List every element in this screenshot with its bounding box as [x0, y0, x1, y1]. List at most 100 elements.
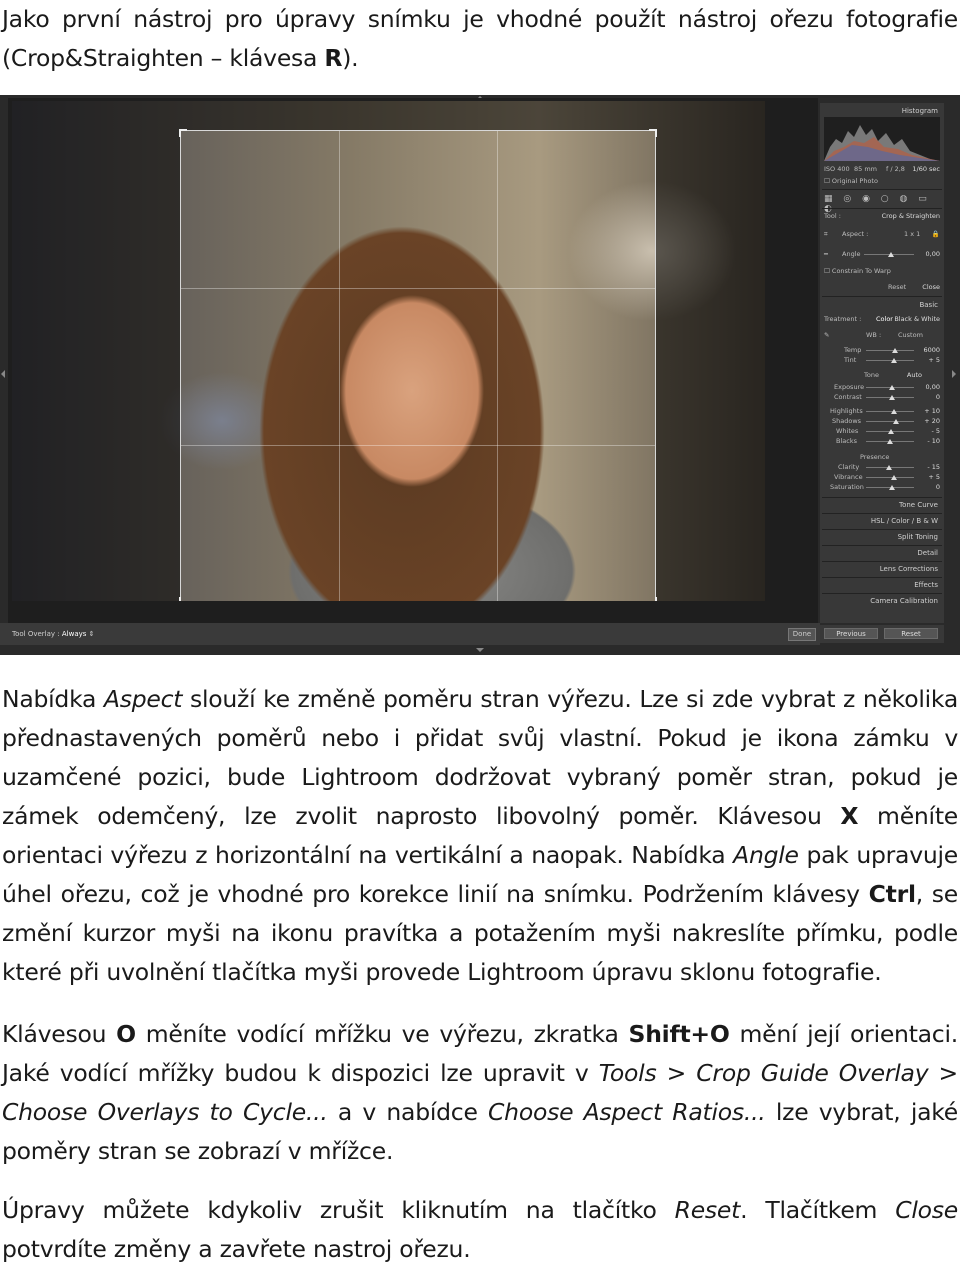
- divider: [822, 296, 942, 297]
- shadows-slider[interactable]: [866, 419, 914, 424]
- lock-icon[interactable]: 🔒: [932, 230, 940, 238]
- crop-close-button[interactable]: Close: [922, 283, 940, 291]
- aspect-label: Aspect :: [842, 230, 869, 238]
- crop-frame[interactable]: [179, 129, 657, 601]
- divider: [822, 497, 942, 498]
- temp-row: Temp 6000: [824, 346, 940, 355]
- crop-grid-line: [338, 131, 340, 601]
- original-photo-checkbox-label[interactable]: ☐ Original Photo: [824, 177, 878, 185]
- panel-detail[interactable]: Detail: [917, 549, 938, 557]
- angle-row: ━ Angle 0,00: [824, 250, 940, 259]
- saturation-value: 0: [935, 483, 940, 491]
- reset-button[interactable]: Reset: [884, 628, 938, 639]
- vibrance-row: Vibrance + 5: [824, 473, 940, 482]
- aspect-select[interactable]: 1 x 1: [904, 230, 920, 238]
- done-button[interactable]: Done: [788, 628, 816, 641]
- vibrance-slider[interactable]: [866, 475, 914, 480]
- shortcut-key-o: O: [116, 1020, 136, 1048]
- presence-row: Presence: [824, 453, 940, 462]
- basic-title[interactable]: Basic: [919, 301, 938, 309]
- histogram: [824, 117, 940, 161]
- crop-actions: Reset Close: [824, 283, 940, 292]
- exposure-slider[interactable]: [866, 385, 914, 390]
- panel-tone-curve[interactable]: Tone Curve: [899, 501, 938, 509]
- divider: [822, 561, 942, 562]
- blacks-slider[interactable]: [866, 439, 914, 444]
- constrain-checkbox[interactable]: ☐ Constrain To Warp: [824, 267, 891, 275]
- crop-dim-left: [12, 130, 180, 601]
- auto-tone-button[interactable]: Auto: [907, 371, 922, 379]
- intro-text: Jako první nástroj pro úpravy snímku je …: [2, 5, 958, 72]
- histogram-graph: [824, 125, 940, 161]
- aspect-row: ⌗ Aspect : 1 x 1 🔒: [824, 230, 940, 239]
- highlights-row: Highlights + 10: [824, 407, 940, 416]
- angle-term: Angle: [733, 841, 799, 869]
- panel-effects[interactable]: Effects: [914, 581, 938, 589]
- shortcut-key-r: R: [324, 44, 343, 72]
- divider: [822, 513, 942, 514]
- panel-camera-calibration[interactable]: Camera Calibration: [870, 597, 938, 605]
- panel-split-toning[interactable]: Split Toning: [898, 533, 938, 541]
- tint-value: + 5: [928, 356, 940, 364]
- treatment-label: Treatment :: [824, 315, 862, 323]
- treatment-bw-option[interactable]: Black & White: [894, 315, 940, 323]
- divider: [822, 593, 942, 594]
- treatment-color-option[interactable]: Color: [876, 315, 893, 323]
- tool-label: Tool :: [824, 212, 841, 220]
- whites-row: Whites - 5: [824, 427, 940, 436]
- tool-overlay-select[interactable]: Always: [62, 630, 87, 638]
- crop-handle-tr[interactable]: [649, 129, 657, 137]
- tone-row: Tone Auto: [824, 371, 940, 380]
- shortcut-key-ctrl: Ctrl: [868, 880, 916, 908]
- crop-dim-top: [12, 101, 765, 130]
- angle-label: Angle: [842, 250, 861, 258]
- divider: [822, 189, 942, 190]
- left-collapse-arrow-icon: [1, 370, 5, 378]
- contrast-row: Contrast 0: [824, 393, 940, 402]
- exif-aperture: f / 2,8: [886, 165, 905, 173]
- clarity-row: Clarity - 15: [824, 463, 940, 472]
- aspect-paragraph: Nabídka Aspect slouží ke změně poměru st…: [2, 685, 958, 986]
- clarity-label: Clarity: [838, 463, 860, 471]
- angle-value: 0,00: [925, 250, 940, 258]
- angle-slider[interactable]: [864, 252, 914, 257]
- crop-tool-icon[interactable]: ▦ ◎ ◉ ○ ◍ ▭ ◐: [824, 194, 940, 214]
- saturation-row: Saturation 0: [824, 483, 940, 492]
- contrast-value: 0: [935, 393, 940, 401]
- ruler-icon[interactable]: ━: [824, 250, 828, 258]
- highlights-slider[interactable]: [866, 409, 914, 414]
- exif-focal: 85 mm: [854, 165, 878, 173]
- contrast-slider[interactable]: [866, 395, 914, 400]
- blacks-row: Blacks - 10: [824, 437, 940, 446]
- exif-row: ISO 400 85 mm f / 2,8 1/60 sec: [824, 165, 940, 174]
- crop-handle-bl[interactable]: [179, 597, 187, 601]
- tint-slider[interactable]: [866, 358, 914, 363]
- wb-select[interactable]: Custom: [898, 331, 923, 339]
- crop-handle-tl[interactable]: [179, 129, 187, 137]
- temp-label: Temp: [844, 346, 862, 354]
- eyedropper-icon[interactable]: ✎: [824, 331, 829, 339]
- shadows-value: + 20: [924, 417, 940, 425]
- temp-slider[interactable]: [866, 348, 914, 353]
- crop-reset-button[interactable]: Reset: [888, 283, 906, 291]
- wb-label: WB :: [866, 331, 882, 339]
- aspect-term: Aspect: [103, 685, 183, 713]
- crop-handle-br[interactable]: [649, 597, 657, 601]
- panel-lens-corrections[interactable]: Lens Corrections: [880, 565, 938, 573]
- original-photo-row[interactable]: ☐ Original Photo: [824, 177, 940, 186]
- whites-slider[interactable]: [866, 429, 914, 434]
- exposure-label: Exposure: [834, 383, 865, 391]
- tool-name: Crop & Straighten: [881, 212, 940, 220]
- close-term: Close: [895, 1196, 958, 1224]
- tone-label: Tone: [864, 371, 879, 379]
- photo-portrait: [12, 101, 765, 601]
- previous-button[interactable]: Previous: [824, 628, 878, 639]
- bottom-collapse-arrow-icon: [476, 648, 484, 652]
- crop-grid-line: [181, 288, 655, 290]
- shortcut-shift-o: Shift+O: [628, 1020, 730, 1048]
- panel-hsl[interactable]: HSL / Color / B & W: [871, 517, 938, 525]
- crop-frame-icon[interactable]: ⌗: [824, 230, 828, 239]
- clarity-slider[interactable]: [866, 465, 914, 470]
- shortcut-key-x: X: [840, 802, 859, 830]
- saturation-slider[interactable]: [866, 485, 914, 490]
